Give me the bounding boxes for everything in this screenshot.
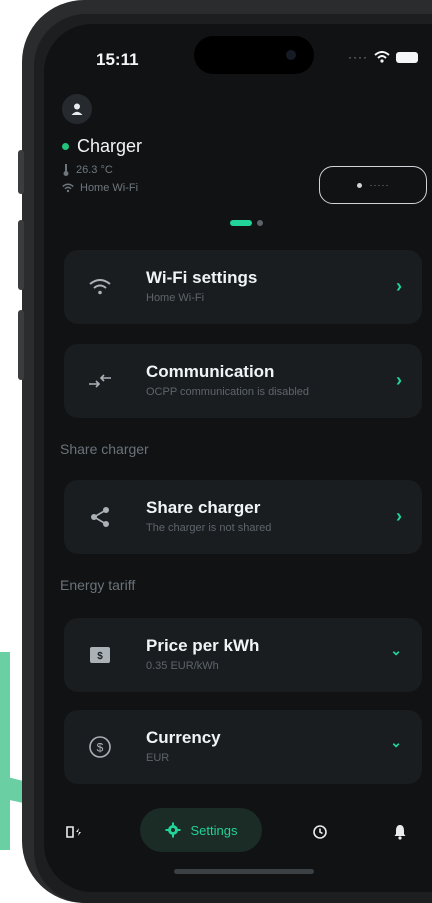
price-per-kwh-card[interactable]: $ Price per kWh 0.35 EUR/kWh ⌄ bbox=[64, 618, 422, 692]
settings-icon bbox=[165, 822, 180, 838]
currency-card[interactable]: $ Currency EUR ⌄ bbox=[64, 710, 422, 784]
nav-settings-label: Settings bbox=[190, 822, 238, 838]
notifications-icon[interactable] bbox=[384, 816, 416, 848]
home-indicator bbox=[174, 869, 314, 874]
share-icon bbox=[84, 501, 116, 533]
svg-text:$: $ bbox=[97, 741, 104, 755]
wifi-small-icon bbox=[62, 183, 74, 193]
network-name: Home Wi-Fi bbox=[80, 182, 139, 194]
share-charger-card[interactable]: Share charger The charger is not shared … bbox=[64, 480, 422, 554]
charger-name: Charger bbox=[77, 136, 143, 156]
chevron-down-icon: ⌄ bbox=[390, 642, 402, 658]
chevron-right-icon: › bbox=[396, 506, 402, 526]
volume-down-button bbox=[18, 310, 24, 380]
card-subtitle: 0.35 EUR/kWh bbox=[146, 660, 219, 672]
signal-icon: ···· bbox=[348, 50, 368, 64]
card-title: Wi-Fi settings bbox=[146, 268, 258, 287]
wifi-icon bbox=[84, 271, 116, 303]
history-icon[interactable] bbox=[304, 816, 336, 848]
dynamic-island bbox=[194, 36, 314, 74]
pill-dots: ····· bbox=[369, 180, 390, 190]
chevron-right-icon: › bbox=[396, 370, 402, 390]
volume-up-button bbox=[18, 220, 24, 290]
page-indicator bbox=[230, 220, 263, 226]
pill-dot bbox=[356, 182, 362, 188]
communication-icon bbox=[84, 365, 116, 397]
communication-card[interactable]: Communication OCPP communication is disa… bbox=[64, 344, 422, 418]
card-subtitle: EUR bbox=[146, 752, 170, 764]
temperature-row: 26.3 °C bbox=[62, 164, 113, 176]
wifi-status-icon bbox=[374, 51, 390, 63]
section-share-label: Share charger bbox=[60, 441, 149, 457]
temperature-value: 26.3 °C bbox=[76, 164, 113, 176]
status-indicators: ···· bbox=[348, 50, 418, 64]
camera-dot bbox=[286, 50, 296, 60]
profile-icon[interactable] bbox=[62, 94, 92, 124]
card-title: Currency bbox=[146, 728, 221, 747]
svg-text:$: $ bbox=[97, 651, 103, 662]
network-row: Home Wi-Fi bbox=[62, 182, 138, 194]
card-title: Share charger bbox=[146, 498, 261, 517]
card-title: Communication bbox=[146, 362, 275, 381]
section-tariff-label: Energy tariff bbox=[60, 577, 136, 593]
bottom-nav: Settings bbox=[44, 798, 432, 868]
wifi-settings-card[interactable]: Wi-Fi settings Home Wi-Fi › bbox=[64, 250, 422, 324]
page-dot bbox=[257, 220, 263, 226]
nav-settings-button[interactable]: Settings bbox=[140, 808, 262, 852]
action-button bbox=[18, 150, 24, 194]
card-title: Price per kWh bbox=[146, 636, 260, 655]
charge-icon[interactable] bbox=[58, 816, 90, 848]
charger-toggle-pill[interactable]: ····· bbox=[319, 166, 427, 204]
thermometer-icon bbox=[63, 164, 69, 176]
card-subtitle: The charger is not shared bbox=[146, 522, 272, 534]
app-screen: 15:11 ···· Charger 26.3 °C Home Wi-Fi ··… bbox=[44, 24, 432, 892]
page-dot-active bbox=[230, 220, 252, 226]
charger-title: Charger bbox=[62, 136, 142, 157]
chevron-right-icon: › bbox=[396, 276, 402, 296]
card-subtitle: OCPP communication is disabled bbox=[146, 386, 310, 398]
online-status-dot bbox=[62, 143, 69, 150]
battery-icon bbox=[396, 51, 418, 63]
price-icon: $ bbox=[84, 639, 116, 671]
card-subtitle: Home Wi-Fi bbox=[146, 292, 205, 304]
status-time: 15:11 bbox=[96, 50, 139, 69]
currency-icon: $ bbox=[84, 731, 116, 763]
chevron-down-icon: ⌄ bbox=[390, 734, 402, 750]
